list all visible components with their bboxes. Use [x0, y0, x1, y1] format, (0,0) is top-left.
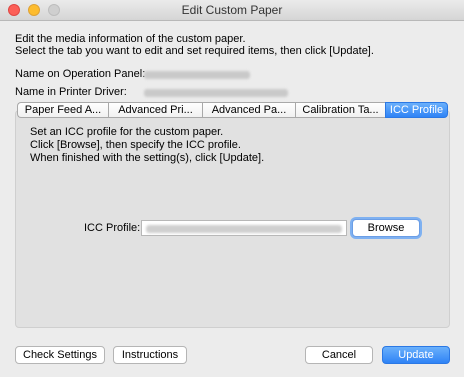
icc-instruction-1: Set an ICC profile for the custom paper. — [30, 126, 224, 138]
tab-calibration[interactable]: Calibration Ta... — [295, 102, 385, 118]
edit-custom-paper-window: Edit Custom Paper Edit the media informa… — [0, 0, 464, 377]
printer-driver-name-value — [144, 89, 288, 97]
icc-profile-path-value — [146, 225, 342, 233]
check-settings-button[interactable]: Check Settings — [15, 346, 105, 364]
tab-advanced-paper[interactable]: Advanced Pa... — [202, 102, 295, 118]
icc-instruction-2: Click [Browse], then specify the ICC pro… — [30, 139, 241, 151]
tab-icc-profile[interactable]: ICC Profile — [385, 102, 448, 118]
printer-driver-name-label: Name in Printer Driver: — [15, 86, 127, 98]
operation-panel-name-label: Name on Operation Panel: — [15, 68, 146, 80]
intro-line-2: Select the tab you want to edit and set … — [15, 45, 374, 57]
tab-bar: Paper Feed A... Advanced Pri... Advanced… — [17, 102, 448, 118]
icc-profile-label: ICC Profile: — [84, 222, 141, 234]
title-bar: Edit Custom Paper — [0, 0, 464, 21]
intro-line-1: Edit the media information of the custom… — [15, 33, 246, 45]
browse-button[interactable]: Browse — [352, 219, 420, 237]
tab-paper-feed[interactable]: Paper Feed A... — [17, 102, 108, 118]
icc-profile-path-field[interactable] — [141, 220, 347, 236]
update-button[interactable]: Update — [382, 346, 450, 364]
instructions-button[interactable]: Instructions — [113, 346, 187, 364]
operation-panel-name-value — [144, 71, 250, 79]
icc-instruction-3: When finished with the setting(s), click… — [30, 152, 265, 164]
window-title: Edit Custom Paper — [181, 3, 283, 17]
tab-advanced-print[interactable]: Advanced Pri... — [108, 102, 202, 118]
cancel-button[interactable]: Cancel — [305, 346, 373, 364]
